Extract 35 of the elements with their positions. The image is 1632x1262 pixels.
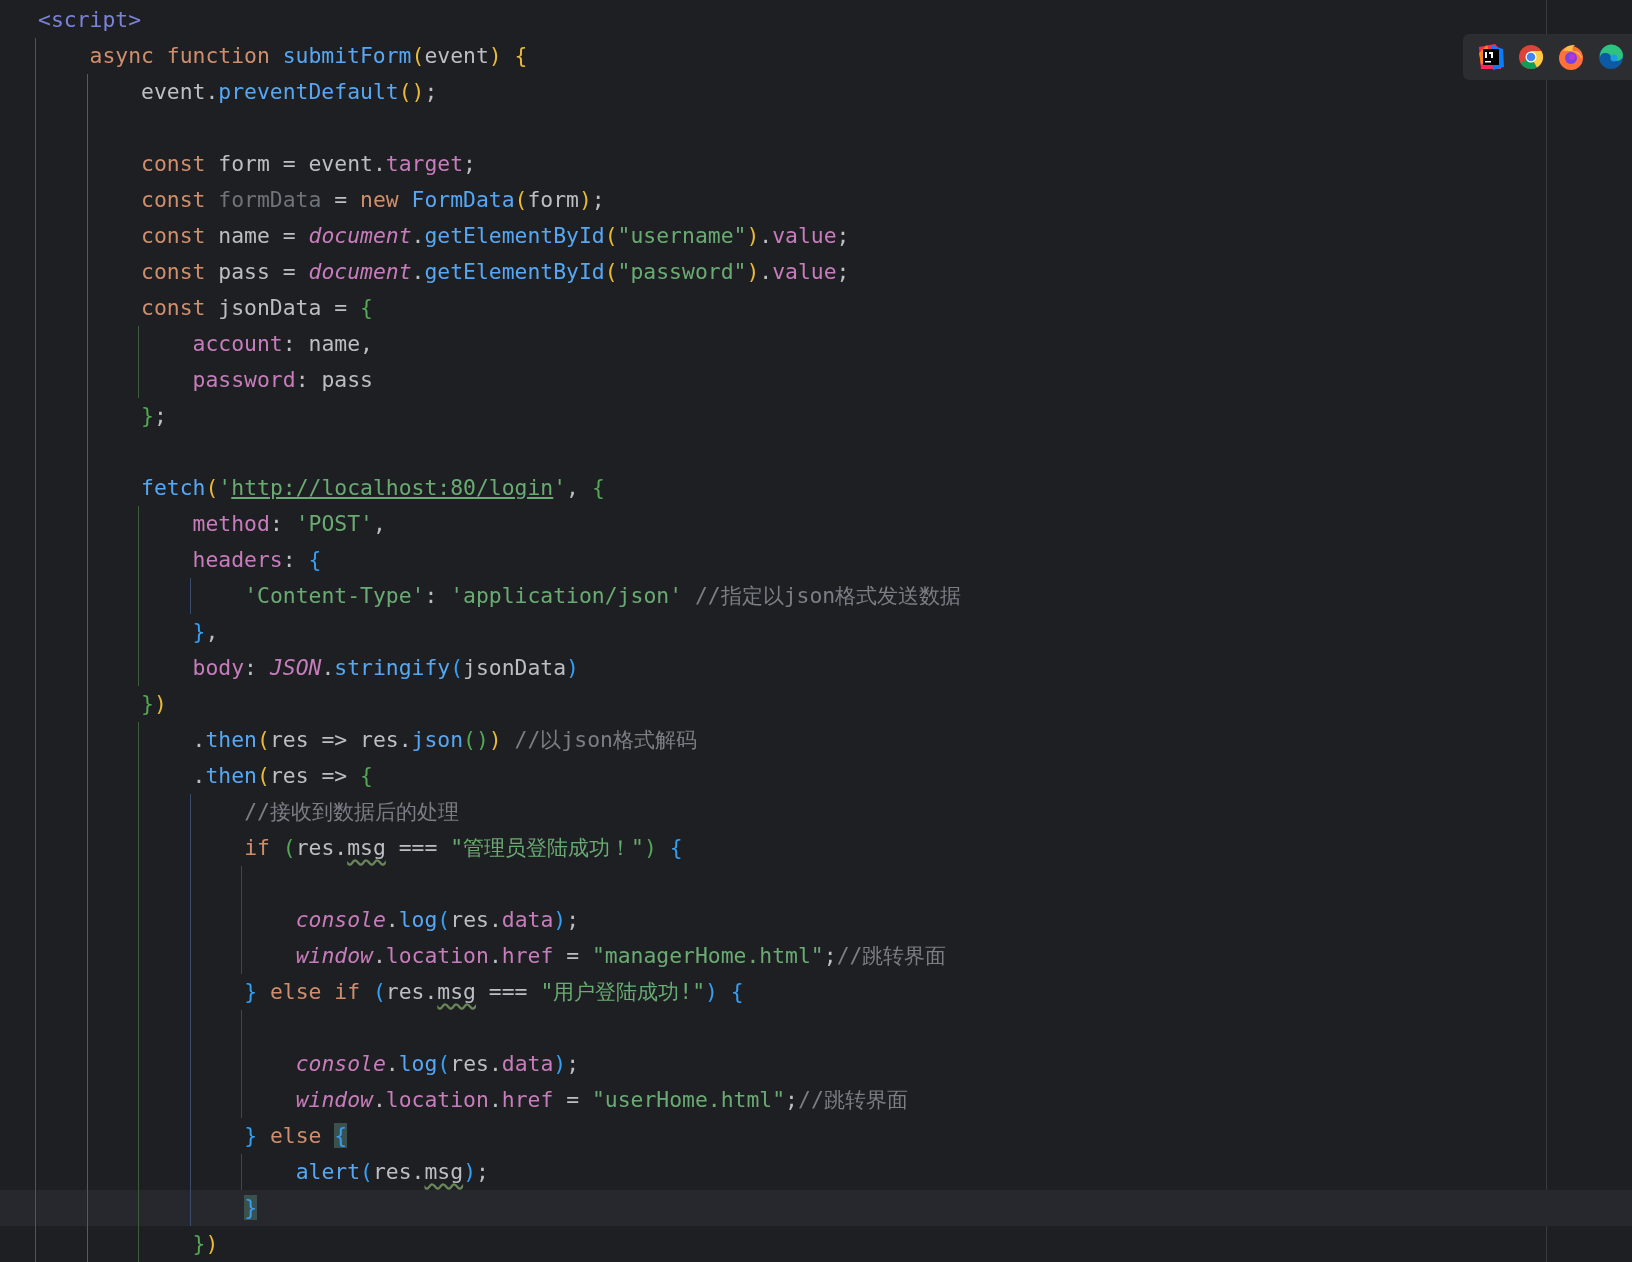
code-line: const jsonData = { xyxy=(141,295,373,321)
code-line: async function submitForm(event) { xyxy=(89,43,528,69)
code-line: } else if (res.msg === "用户登陆成功!") { xyxy=(244,979,744,1005)
code-line: }) xyxy=(141,691,167,717)
code-line: alert(res.msg); xyxy=(295,1159,489,1185)
chrome-icon[interactable] xyxy=(1517,43,1545,71)
code-line: const form = event.target; xyxy=(141,151,476,177)
code-line: } else { xyxy=(244,1123,348,1149)
code-line: body: JSON.stringify(jsonData) xyxy=(192,655,579,681)
code-line: if (res.msg === "管理员登陆成功！") { xyxy=(244,835,683,861)
wave-circle-icon[interactable] xyxy=(1597,43,1625,71)
code-line: }, xyxy=(192,619,219,645)
code-line: account: name, xyxy=(192,331,373,357)
code-line: window.location.href = "userHome.html";//跳转界面 xyxy=(295,1087,908,1113)
code-line: const pass = document.getElementById("password").value; xyxy=(141,259,850,285)
code-line: const formData = new FormData(form); xyxy=(141,187,605,213)
code-line: event.preventDefault(); xyxy=(141,79,438,105)
code-line: fetch('http://localhost:80/login', { xyxy=(141,475,605,501)
code-line: }) xyxy=(192,1231,219,1257)
fox-globe-icon[interactable] xyxy=(1557,43,1585,71)
url-link[interactable]: http://localhost:80/login xyxy=(231,475,554,500)
code-line: method: 'POST', xyxy=(192,511,386,537)
code-line: window.location.href = "managerHome.html";//跳转界面 xyxy=(295,943,947,969)
code-line: 'Content-Type': 'application/json' //指定以json格式发送数据 xyxy=(244,583,962,609)
code-line: console.log(res.data); xyxy=(295,1051,580,1077)
code-line: .then(res => { xyxy=(192,763,373,789)
code-line: .then(res => res.json()) //以json格式解码 xyxy=(192,727,697,753)
code-line: const name = document.getElementById("username").value; xyxy=(141,223,850,249)
code-line: console.log(res.data); xyxy=(295,907,580,933)
ide-logo-icon[interactable] xyxy=(1477,43,1505,71)
code-line: //接收到数据后的处理 xyxy=(244,799,459,825)
code-line: headers: { xyxy=(192,547,322,573)
code-line: }; xyxy=(141,403,167,429)
code-line: password: pass xyxy=(192,367,373,393)
code-line: <script> xyxy=(38,7,142,33)
